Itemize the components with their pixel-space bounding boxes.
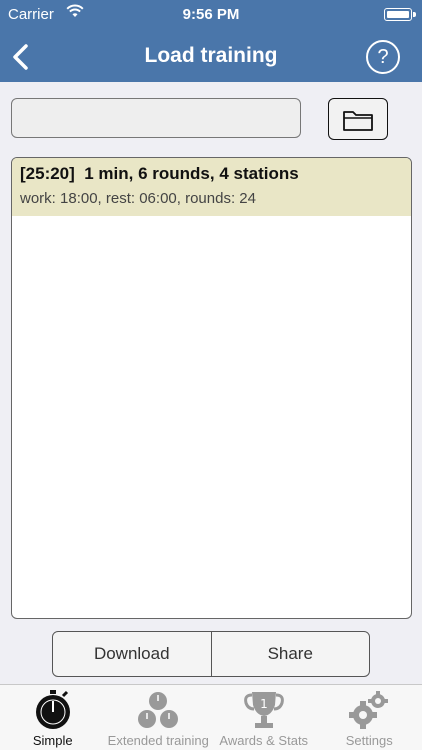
training-title: [25:20] 1 min, 6 rounds, 4 stations [20,164,299,183]
tab-label: Extended training [107,733,209,748]
search-input[interactable] [11,98,301,138]
battery-icon [384,8,416,21]
download-button[interactable]: Download [53,632,211,676]
clock: 9:56 PM [182,6,240,23]
tab-extended-training[interactable]: Extended training [106,685,212,750]
status-bar: Carrier 9:56 PM [0,0,422,32]
action-segmented-control: Download Share [52,631,370,677]
training-detail: work: 18:00, rest: 06:00, rounds: 24 [20,190,256,207]
page-title: Load training [144,44,278,67]
tab-awards-stats[interactable]: 1 Awards & Stats [211,685,317,750]
gears-icon [347,689,391,734]
help-button[interactable]: ? [366,40,400,74]
tab-simple[interactable]: Simple [0,685,106,750]
navigation-bar: Load training ? [0,32,422,82]
tab-label: Awards & Stats [219,733,309,748]
tab-settings[interactable]: Settings [317,685,422,750]
stopwatch-icon [31,689,75,734]
tab-label: Simple [32,733,73,748]
training-list: [25:20] 1 min, 6 rounds, 4 stations work… [11,157,412,619]
svg-text:1: 1 [260,697,268,711]
multi-stopwatch-icon [134,689,182,734]
list-item[interactable]: [25:20] 1 min, 6 rounds, 4 stations work… [12,158,411,216]
tab-label: Settings [345,733,393,748]
folder-icon [343,111,373,131]
trophy-icon: 1 [242,689,286,734]
tab-bar: Simple Extended training 1 Awards & Stat… [0,684,422,750]
share-button[interactable]: Share [210,632,370,676]
open-folder-button[interactable] [328,98,388,140]
